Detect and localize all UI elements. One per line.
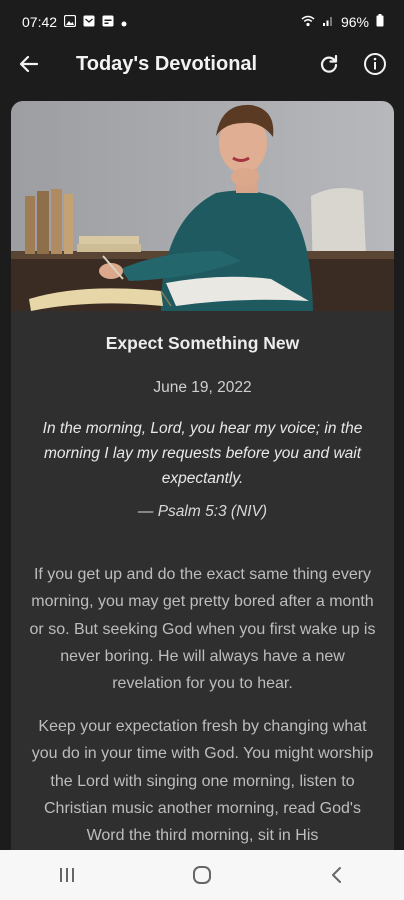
scripture-reference: — Psalm 5:3 (NIV) [137, 503, 268, 520]
status-right: 96% [301, 14, 384, 30]
calendar-notification-icon [102, 14, 114, 30]
info-button[interactable] [358, 47, 392, 81]
image-notification-icon [63, 14, 77, 30]
app-bar: Today's Devotional [0, 44, 404, 84]
system-navigation-bar [0, 850, 404, 900]
nav-back-button[interactable] [307, 855, 367, 895]
recents-button[interactable] [37, 855, 97, 895]
devotional-paragraph-2: Keep your expectation fresh by changing … [31, 718, 374, 845]
battery-icon [376, 14, 384, 30]
back-button[interactable] [12, 47, 46, 81]
mail-notification-icon [83, 14, 95, 30]
home-icon [192, 866, 211, 884]
nav-back-icon [331, 867, 341, 883]
back-arrow-icon [19, 55, 39, 73]
dot-icon [121, 14, 127, 30]
devotional-date: June 19, 2022 [153, 379, 252, 396]
wifi-icon [301, 14, 315, 30]
refresh-icon [320, 54, 338, 73]
status-time: 07:42 [22, 14, 58, 30]
status-left: 07:42 [22, 14, 127, 30]
refresh-button[interactable] [312, 47, 346, 81]
info-icon [364, 53, 386, 75]
status-bar: 07:42 96% [0, 0, 404, 44]
home-button[interactable] [172, 855, 232, 895]
devotional-card: Expect Something New June 19, 2022 In th… [11, 101, 394, 861]
battery-percent: 96% [340, 14, 369, 30]
devotional-title: Expect Something New [105, 333, 300, 353]
page-title: Today's Devotional [76, 52, 258, 75]
signal-icon [322, 14, 334, 30]
recents-icon [60, 868, 75, 882]
scripture-verse: In the morning, Lord, you hear my voice;… [42, 420, 363, 487]
devotional-paragraph-1: If you get up and do the exact same thin… [29, 566, 376, 693]
devotional-hero-image [11, 101, 394, 311]
